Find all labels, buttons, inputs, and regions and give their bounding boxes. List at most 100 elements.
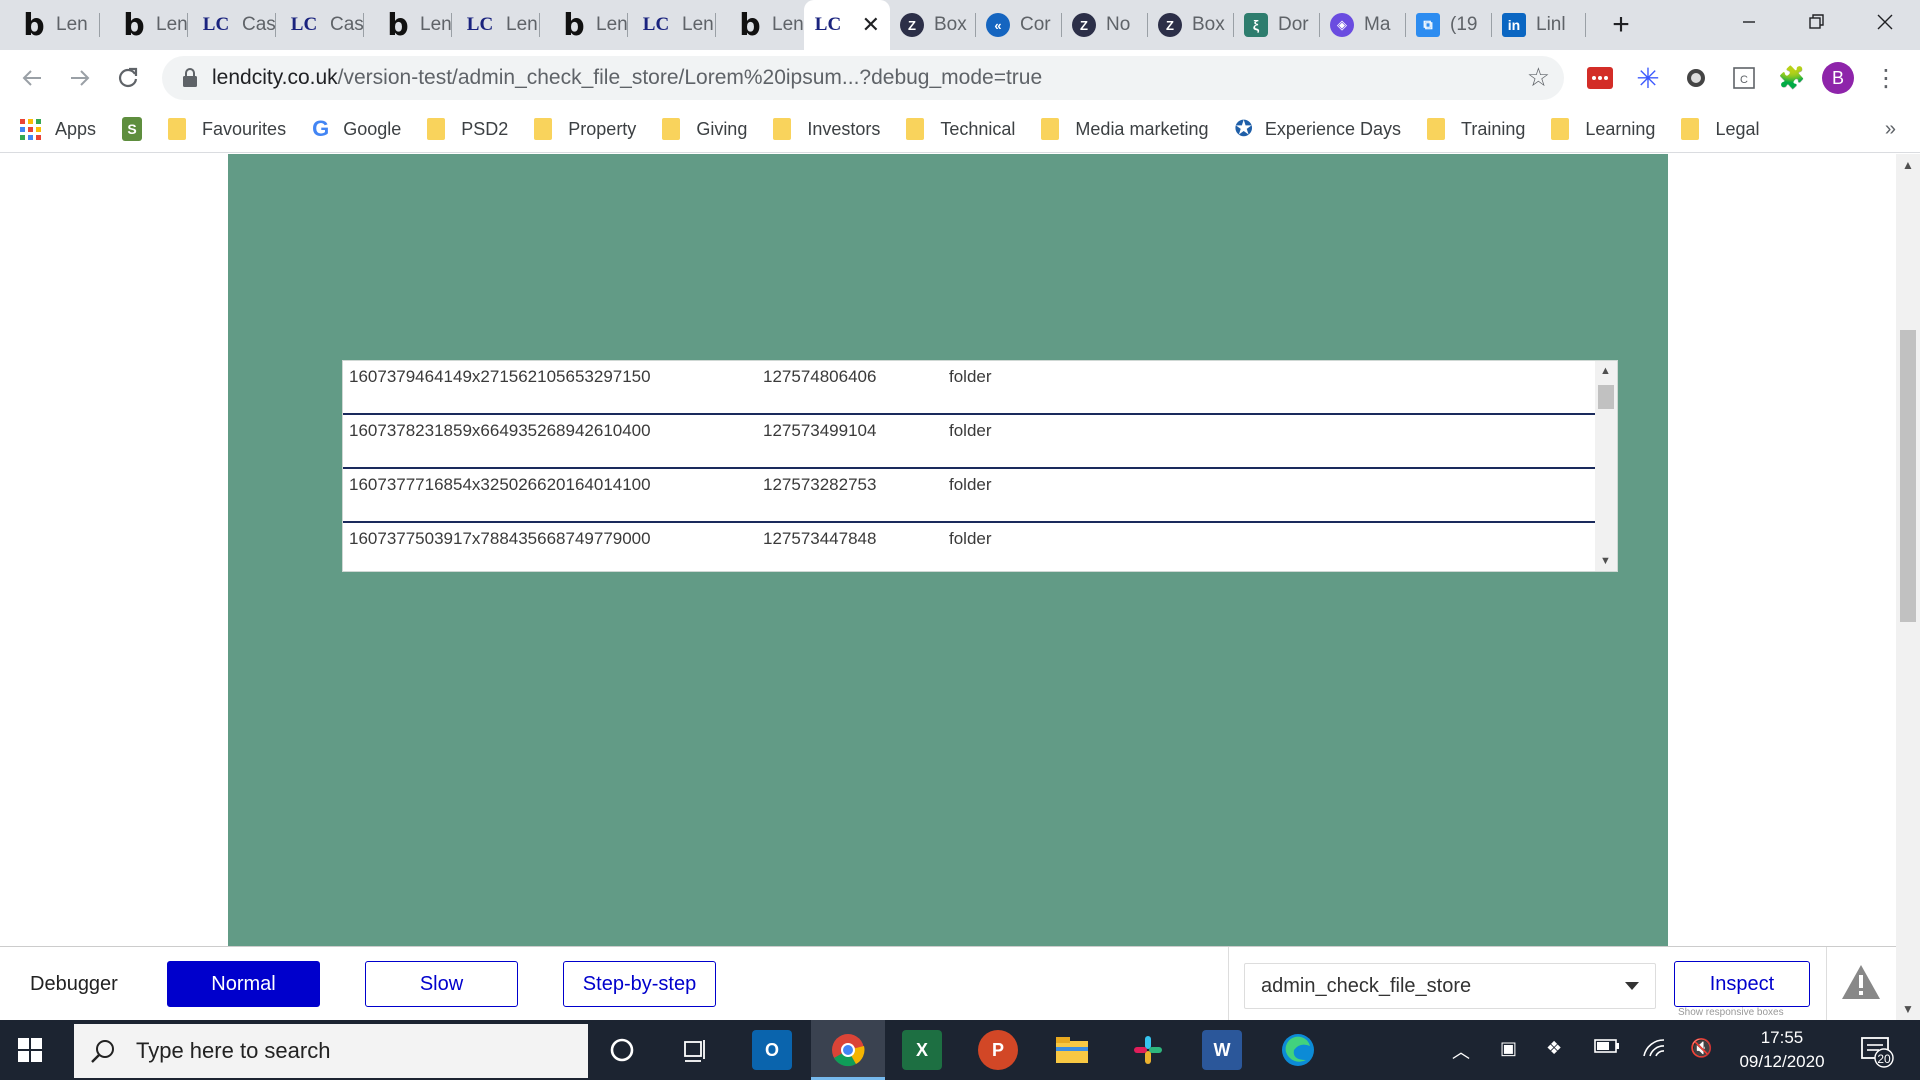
chrome-icon[interactable] (828, 1030, 868, 1070)
bookmark-media-marketing[interactable]: Media marketing (1041, 118, 1208, 140)
scroll-up-arrow-icon[interactable]: ▲ (1600, 365, 1611, 377)
wifi-icon[interactable] (1642, 1038, 1666, 1063)
close-window-button[interactable] (1850, 0, 1920, 44)
restore-button[interactable] (1782, 0, 1852, 44)
excel-icon[interactable]: X (902, 1030, 942, 1070)
clock-time: 17:55 (1760, 1028, 1804, 1047)
taskbar-clock[interactable]: 17:55 09/12/2020 (1722, 1026, 1842, 1074)
dropbox-icon[interactable]: ❖ (1546, 1038, 1562, 1059)
tab-12[interactable]: Z No (1062, 0, 1148, 50)
forward-button[interactable] (60, 58, 100, 98)
list-item[interactable]: 1607377503917x788435668749779000 1275734… (343, 523, 1595, 571)
back-button[interactable] (12, 58, 52, 98)
tab-10[interactable]: Z Box (890, 0, 976, 50)
reload-button[interactable] (108, 58, 148, 98)
bookmark-giving[interactable]: Giving (662, 118, 747, 140)
tab-label: Len (156, 14, 188, 35)
edge-icon[interactable] (1278, 1030, 1318, 1070)
lock-icon[interactable] (182, 68, 198, 88)
show-hidden-icons-chevron-icon[interactable]: ︿ (1452, 1038, 1470, 1064)
scroll-down-arrow-icon[interactable]: ▼ (1902, 1002, 1914, 1016)
address-bar[interactable]: lendcity.co.uk/version-test/admin_check_… (162, 56, 1564, 100)
tab-label: (19 (1450, 14, 1478, 35)
folder-icon (534, 118, 553, 140)
lastpass-extension-icon[interactable] (1584, 62, 1616, 94)
tab-5[interactable]: LC Len (452, 0, 540, 50)
clipper-extension-icon[interactable]: C (1728, 62, 1760, 94)
bookmarks-overflow-button[interactable]: » (1885, 118, 1896, 141)
tab-strip: b Len b Len LC Cas LC Cas b Len LC Len b… (0, 0, 1920, 50)
profile-avatar[interactable]: B (1822, 62, 1854, 94)
task-view-icon[interactable] (676, 1030, 716, 1070)
scroll-thumb[interactable] (1900, 330, 1916, 622)
bookmark-psd2[interactable]: PSD2 (427, 118, 508, 140)
taskbar-search-box[interactable]: Type here to search (74, 1024, 588, 1078)
tab-4[interactable]: b Len (364, 0, 452, 50)
powerpoint-icon[interactable]: P (978, 1030, 1018, 1070)
bookmark-training[interactable]: Training (1427, 118, 1525, 140)
list-item[interactable]: 1607379464149x271562105653297150 1275748… (343, 361, 1595, 415)
tab-1[interactable]: b Len (100, 0, 188, 50)
inspect-button[interactable]: Inspect (1674, 961, 1810, 1007)
tab-14[interactable]: ξ Dor (1234, 0, 1320, 50)
tab-2[interactable]: LC Cas (188, 0, 276, 50)
cortana-icon[interactable] (602, 1030, 642, 1070)
bookmark-favourites[interactable]: Favourites (168, 118, 286, 140)
tab-7[interactable]: LC Len (628, 0, 716, 50)
kebab-menu-icon[interactable]: ⋮ (1870, 62, 1902, 94)
outlook-icon[interactable]: O (752, 1030, 792, 1070)
list-item[interactable]: 1607377716854x325026620164014100 1275732… (343, 469, 1595, 523)
close-icon (1877, 14, 1893, 30)
slow-mode-button[interactable]: Slow (365, 961, 518, 1007)
tab-6[interactable]: b Len (540, 0, 628, 50)
close-tab-icon[interactable]: ✕ (862, 12, 880, 38)
minimize-button[interactable] (1714, 0, 1784, 44)
bookmark-google[interactable]: G Google (312, 116, 401, 142)
bookmark-legal[interactable]: Legal (1681, 118, 1759, 140)
meet-now-icon[interactable]: ▣ (1500, 1038, 1517, 1059)
page-select-dropdown[interactable]: admin_check_file_store (1244, 963, 1656, 1009)
notifications-icon[interactable]: 20 (1858, 1034, 1894, 1073)
bookmark-apps[interactable]: Apps (20, 118, 96, 140)
tab-15[interactable]: ◈ Ma (1320, 0, 1406, 50)
slack-icon[interactable] (1128, 1030, 1168, 1070)
circle-extension-icon[interactable] (1680, 62, 1712, 94)
normal-mode-button[interactable]: Normal (167, 961, 320, 1007)
scroll-down-arrow-icon[interactable]: ▼ (1600, 555, 1611, 567)
new-tab-button[interactable]: + (1604, 8, 1638, 42)
bookmark-learning[interactable]: Learning (1551, 118, 1655, 140)
tab-17[interactable]: in Linl (1492, 0, 1586, 50)
bookmark-technical[interactable]: Technical (906, 118, 1015, 140)
tab-label: Len (56, 14, 88, 35)
tab-3[interactable]: LC Cas (276, 0, 364, 50)
bookmark-shopify[interactable]: S (122, 117, 143, 141)
bookmark-experience-days[interactable]: ✪ Experience Days (1234, 116, 1401, 142)
tab-13[interactable]: Z Box (1148, 0, 1234, 50)
bookmark-investors[interactable]: Investors (773, 118, 880, 140)
responsive-boxes-hint[interactable]: Show responsive boxes (1678, 1007, 1784, 1018)
tab-16[interactable]: ⧉ (19 (1406, 0, 1492, 50)
file-explorer-icon[interactable] (1052, 1030, 1092, 1070)
tab-8[interactable]: b Len (716, 0, 804, 50)
bookmark-label: Giving (696, 118, 748, 139)
page-scrollbar[interactable]: ▲ ▼ (1896, 154, 1920, 1020)
list-scrollbar[interactable]: ▲ ▼ (1595, 361, 1617, 571)
volume-muted-icon[interactable]: 🔇 (1690, 1038, 1712, 1059)
tab-0[interactable]: b Len (0, 0, 100, 50)
battery-icon[interactable] (1594, 1038, 1620, 1059)
file-type: folder (949, 421, 992, 440)
step-by-step-button[interactable]: Step-by-step (563, 961, 716, 1007)
bookmark-property[interactable]: Property (534, 118, 636, 140)
list-item[interactable]: 1607378231859x664935268942610400 1275734… (343, 415, 1595, 469)
tab-11[interactable]: « Cor (976, 0, 1062, 50)
warning-icon[interactable] (1840, 963, 1882, 1006)
scroll-up-arrow-icon[interactable]: ▲ (1902, 158, 1914, 172)
windows-start-icon[interactable] (18, 1038, 42, 1062)
asterisk-extension-icon[interactable]: ✳ (1632, 62, 1664, 94)
puzzle-extensions-icon[interactable]: 🧩 (1776, 62, 1808, 94)
scroll-thumb[interactable] (1598, 385, 1614, 409)
word-icon[interactable]: W (1202, 1030, 1242, 1070)
tab-active[interactable]: LC ✕ (804, 0, 890, 50)
docs-icon: ξ (1244, 13, 1268, 37)
bookmark-star-icon[interactable]: ☆ (1527, 62, 1550, 93)
